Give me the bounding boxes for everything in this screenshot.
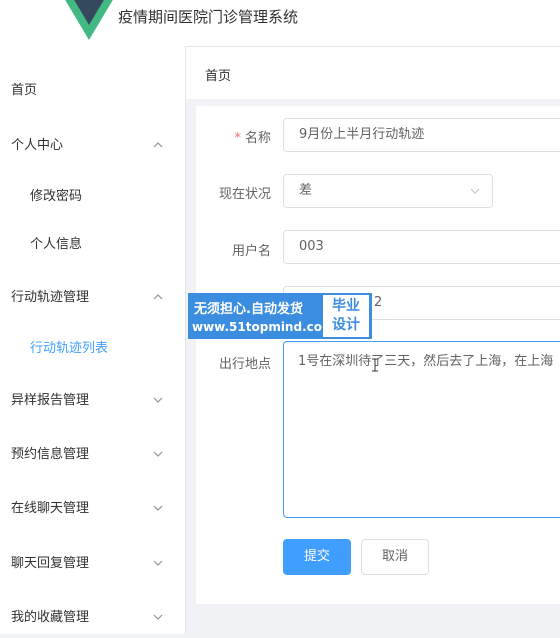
sidebar-item-appointment[interactable]: 预约信息管理	[0, 435, 185, 475]
chevron-down-icon	[153, 489, 165, 529]
sidebar-item-label: 聊天回复管理	[11, 556, 90, 571]
sidebar-item-favorites[interactable]: 我的收藏管理	[0, 598, 185, 638]
chevron-up-icon	[153, 126, 165, 166]
sidebar-menu: 首页 个人中心 修改密码 个人信息 行动轨迹管理 行动轨迹列表 异样报告管理 预…	[0, 46, 186, 634]
status-select[interactable]: 差	[283, 174, 493, 208]
chevron-down-icon	[153, 598, 165, 638]
name-input[interactable]: 9月份上半月行动轨迹	[283, 118, 560, 152]
top-header: 疫情期间医院门诊管理系统	[0, 0, 560, 47]
sidebar-item-label: 个人信息	[30, 237, 83, 252]
location-textarea[interactable]: 1号在深圳待了三天，然后去了上海，在上海	[283, 341, 560, 518]
location-label: 出行地点	[218, 357, 271, 372]
cancel-button[interactable]: 取消	[361, 539, 429, 575]
watermark-url: www.51topmind.com	[192, 320, 335, 334]
watermark-banner: 无须担心.自动发货 www.51topmind.com 毕业 设计	[188, 293, 372, 339]
sidebar-item-abnormal-report[interactable]: 异样报告管理	[0, 381, 185, 421]
sidebar-item-label: 修改密码	[30, 189, 83, 204]
sidebar-item-change-password[interactable]: 修改密码	[0, 177, 185, 217]
location-textarea-value: 1号在深圳待了三天，然后去了上海，在上海	[298, 354, 554, 369]
sidebar-item-track-list[interactable]: 行动轨迹列表	[0, 329, 185, 369]
status-select-value: 差	[299, 183, 313, 198]
name-label: * 名称	[196, 127, 271, 146]
name-label-text: 名称	[244, 131, 271, 146]
sidebar-item-label: 在线聊天管理	[11, 501, 90, 516]
sidebar-item-label: 行动轨迹列表	[30, 341, 109, 356]
sidebar-item-label: 我的收藏管理	[11, 610, 90, 625]
status-label: 现在状况	[218, 187, 271, 202]
sidebar-item-home[interactable]: 首页	[0, 71, 185, 111]
sidebar-item-label: 个人中心	[11, 138, 64, 153]
chevron-down-icon	[153, 381, 165, 421]
required-mark: *	[234, 131, 241, 146]
vue-logo-icon	[65, 0, 113, 40]
sidebar-item-chat-reply[interactable]: 聊天回复管理	[0, 544, 185, 584]
chevron-down-icon	[153, 435, 165, 475]
chevron-down-icon	[470, 188, 480, 194]
sidebar-item-label: 预约信息管理	[11, 447, 90, 462]
sidebar-item-label: 异样报告管理	[11, 393, 90, 408]
sidebar-item-online-chat[interactable]: 在线聊天管理	[0, 489, 185, 529]
sidebar-item-track-management[interactable]: 行动轨迹管理	[0, 278, 185, 318]
sidebar-item-label: 行动轨迹管理	[11, 290, 90, 305]
username-label: 用户名	[231, 244, 271, 259]
username-input[interactable]: 003	[283, 230, 560, 264]
watermark-badge: 毕业 设计	[323, 295, 369, 337]
app-title: 疫情期间医院门诊管理系统	[118, 8, 299, 26]
chevron-down-icon	[153, 544, 165, 584]
name-input-value: 9月份上半月行动轨迹	[299, 127, 425, 142]
breadcrumb-bar: 首页	[186, 47, 560, 99]
watermark-line1: 无须担心.自动发货	[194, 302, 303, 317]
sidebar-item-personal-center[interactable]: 个人中心	[0, 126, 185, 166]
sidebar-item-personal-info[interactable]: 个人信息	[0, 225, 185, 265]
text-cursor-icon	[372, 358, 378, 372]
chevron-up-icon	[153, 278, 165, 318]
watermark-badge-line1: 毕业	[332, 298, 360, 314]
submit-button[interactable]: 提交	[283, 539, 351, 575]
breadcrumb-home[interactable]: 首页	[205, 65, 231, 84]
watermark-badge-line2: 设计	[332, 317, 360, 333]
fourth-input-value: 2	[374, 295, 383, 310]
username-input-value: 003	[299, 239, 324, 254]
sidebar-item-label: 首页	[11, 83, 38, 98]
